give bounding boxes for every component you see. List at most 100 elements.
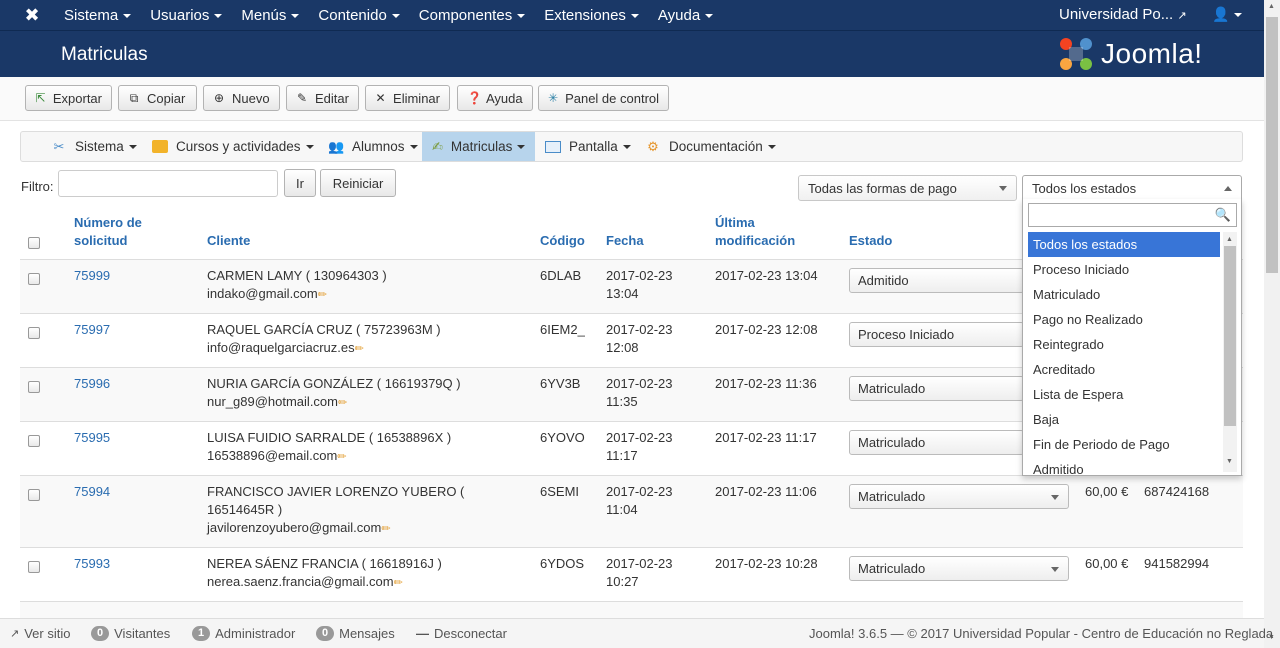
pencil-icon[interactable]: ✏ [337, 451, 346, 463]
menu-contenido[interactable]: Contenido [318, 7, 408, 24]
help-button[interactable]: ❓ Ayuda [457, 85, 533, 111]
view-site-link[interactable]: ↗ Ver sitio [10, 626, 70, 641]
row-modified: 2017-02-23 11:06 [715, 484, 817, 499]
row-status-select[interactable]: Matriculado [849, 556, 1069, 581]
comnav-pantalla[interactable]: Pantalla [535, 132, 641, 161]
row-number-link[interactable]: 75994 [74, 483, 110, 501]
page-scroll-thumb[interactable] [1266, 17, 1278, 273]
menu-componentes[interactable]: Componentes [419, 7, 534, 24]
menu-ayuda[interactable]: Ayuda [658, 7, 722, 24]
dropdown-option[interactable]: Baja [1028, 407, 1220, 432]
messages-badge: 0 [316, 626, 335, 641]
col-date-header[interactable]: Fecha [606, 232, 644, 250]
filter-go-button[interactable]: Ir [284, 169, 316, 197]
comnav-documentacion[interactable]: ⚙ Documentación [635, 132, 786, 161]
pencil-icon[interactable]: ✏ [394, 577, 403, 589]
dropdown-option[interactable]: Admitido [1028, 457, 1220, 475]
comnav-matriculas[interactable]: ✍ Matriculas [422, 132, 535, 161]
col-number-header[interactable]: Número de solicitud [74, 214, 142, 250]
row-status-select[interactable]: Matriculado [849, 484, 1069, 509]
dropdown-scroll-thumb[interactable] [1224, 246, 1236, 426]
visitors-indicator[interactable]: 0 Visitantes [91, 626, 170, 641]
component-navbar: ✂ Sistema Cursos y actividades 👥 Alumnos ✍… [20, 131, 1243, 162]
filter-reset-button[interactable]: Reiniciar [320, 169, 396, 197]
col-client-header[interactable]: Cliente [207, 232, 250, 250]
page-scrollbar[interactable]: ▲ ▼ [1264, 0, 1280, 648]
dropdown-option[interactable]: Todos los estados [1028, 232, 1220, 257]
dropdown-option[interactable]: Pago no Realizado [1028, 307, 1220, 332]
delete-button[interactable]: ✕ Eliminar [365, 85, 450, 111]
row-number-link[interactable]: 75995 [74, 429, 110, 447]
col-code-header[interactable]: Código [540, 232, 585, 250]
dropdown-option[interactable]: Acreditado [1028, 357, 1220, 382]
edit-icon: ✎ [296, 91, 308, 105]
users-icon: 👥 [328, 138, 345, 154]
filter-input[interactable] [58, 170, 278, 197]
new-button[interactable]: ⊕ Nuevo [203, 85, 280, 111]
messages-indicator[interactable]: 0 Mensajes [316, 626, 395, 641]
dropdown-option[interactable]: Matriculado [1028, 282, 1220, 307]
row-client: RAQUEL GARCÍA CRUZ ( 75723963M ) info@raq… [207, 322, 441, 355]
comnav-sistema[interactable]: ✂ Sistema [41, 132, 147, 161]
joomla-logo-icon[interactable]: ✖ [0, 5, 64, 26]
gear-icon: ⚙ [647, 138, 659, 154]
external-link-icon: ↗ [10, 628, 20, 640]
pencil-icon[interactable]: ✏ [338, 397, 347, 409]
dropdown-option[interactable]: Lista de Espera [1028, 382, 1220, 407]
user-menu[interactable]: 👤 [1212, 6, 1243, 23]
admins-indicator[interactable]: 1 Administrador [192, 626, 295, 641]
pencil-icon[interactable]: ✏ [318, 289, 327, 301]
top-navbar: ✖ Sistema Usuarios Menús Contenido Compo… [0, 0, 1264, 30]
dropdown-search-input[interactable]: 🔍 [1028, 203, 1237, 227]
row-status-select[interactable]: Admitido [849, 268, 1024, 293]
scroll-up-icon[interactable]: ▲ [1226, 236, 1233, 243]
copy-button[interactable]: ⧉ Copiar [118, 85, 197, 111]
row-number-link[interactable]: 75997 [74, 321, 110, 339]
menu-menus[interactable]: Menús [241, 7, 308, 24]
comnav-cursos[interactable]: Cursos y actividades [142, 132, 324, 161]
joomla-flower-icon [1060, 38, 1092, 70]
row-status-select[interactable]: Matriculado [849, 430, 1024, 455]
control-panel-button[interactable]: ✳ Panel de control [538, 85, 669, 111]
pencil-icon[interactable]: ✏ [381, 523, 390, 535]
row-checkbox[interactable] [28, 489, 40, 501]
logout-link[interactable]: — Desconectar [416, 626, 507, 641]
comnav-alumnos[interactable]: 👥 Alumnos [318, 132, 428, 161]
scroll-up-icon[interactable]: ▲ [1268, 3, 1275, 10]
menu-sistema[interactable]: Sistema [64, 7, 140, 24]
edit-document-icon: ✍ [432, 138, 443, 154]
site-link[interactable]: Universidad Po... ↗ [1059, 6, 1187, 23]
row-number-link[interactable]: 75999 [74, 267, 110, 285]
user-icon: 👤 [1212, 6, 1230, 22]
page-header: Matriculas Joomla! [0, 30, 1264, 77]
dropdown-scrollbar[interactable]: ▲ ▼ [1223, 232, 1237, 472]
row-status-select[interactable]: Proceso Iniciado [849, 322, 1024, 347]
menu-usuarios[interactable]: Usuarios [150, 7, 231, 24]
scroll-down-icon[interactable]: ▼ [1226, 458, 1233, 465]
status-select[interactable]: Todos los estados [1022, 175, 1242, 201]
row-checkbox[interactable] [28, 273, 40, 285]
export-button[interactable]: ⇱ Exportar [25, 85, 112, 111]
row-checkbox[interactable] [28, 381, 40, 393]
toolbar: ⇱ Exportar ⧉ Copiar ⊕ Nuevo ✎ Editar ✕ Elimin… [0, 77, 1264, 121]
row-checkbox[interactable] [28, 435, 40, 447]
edit-button[interactable]: ✎ Editar [286, 85, 359, 111]
col-status-header[interactable]: Estado [849, 232, 892, 250]
dropdown-option[interactable]: Proceso Iniciado [1028, 257, 1220, 282]
row-amount: 60,00 € [1085, 556, 1129, 571]
row-status-select[interactable]: Matriculado [849, 376, 1024, 401]
menu-extensiones[interactable]: Extensiones [544, 7, 648, 24]
row-code: 6YV3B [540, 376, 581, 391]
row-number-link[interactable]: 75996 [74, 375, 110, 393]
dropdown-option[interactable]: Reintegrado [1028, 332, 1220, 357]
dropdown-option[interactable]: Fin de Periodo de Pago [1028, 432, 1220, 457]
row-checkbox[interactable] [28, 561, 40, 573]
row-number-link[interactable]: 75993 [74, 555, 110, 573]
pencil-icon[interactable]: ✏ [355, 343, 364, 355]
row-checkbox[interactable] [28, 327, 40, 339]
payment-select[interactable]: Todas las formas de pago [798, 175, 1017, 201]
screen-icon [545, 140, 561, 153]
select-all-checkbox[interactable] [28, 237, 40, 249]
col-modified-header[interactable]: Última modificación [715, 214, 795, 250]
row-modified: 2017-02-23 10:28 [715, 556, 818, 571]
